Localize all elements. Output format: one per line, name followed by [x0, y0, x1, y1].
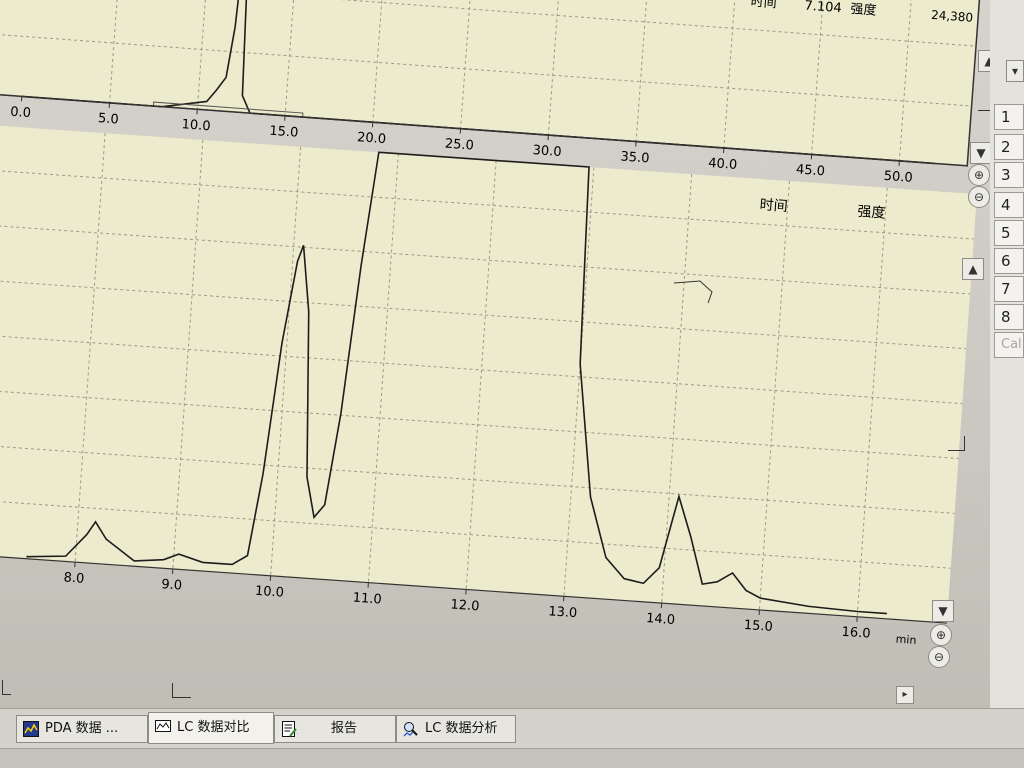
- number-tab-6[interactable]: 6: [994, 248, 1024, 274]
- bottom-scroll-right-button[interactable]: ▸: [896, 686, 914, 704]
- number-tab-4[interactable]: 4: [994, 192, 1024, 218]
- top-scroll-down-button[interactable]: ▼: [970, 142, 992, 164]
- bottom-scroll-down-button[interactable]: ▼: [932, 600, 954, 622]
- bottom-readout-time-label: 时间: [759, 197, 788, 215]
- bottom-x-tick-label: 9.0: [161, 577, 183, 593]
- bottom-x-tick-label: 8.0: [63, 570, 85, 586]
- top-zoom-out-button[interactable]: ⊖: [968, 186, 990, 208]
- app-window: 0.05.010.015.020.025.030.035.040.045.050…: [0, 0, 1024, 767]
- tab-lc-compare[interactable]: LC 数据对比: [148, 712, 274, 744]
- bottom-zoom-in-button[interactable]: ⊕: [930, 624, 952, 646]
- report-icon: [281, 721, 297, 737]
- bottom-x-tick-label: 13.0: [548, 604, 578, 621]
- top-zoom-in-button[interactable]: ⊕: [968, 164, 990, 186]
- lc-analysis-icon: [403, 721, 419, 737]
- bottom-x-unit: min: [895, 633, 917, 647]
- bottom-scroll-up-button[interactable]: ▲: [962, 258, 984, 280]
- tab-lc-analysis-label: LC 数据分析: [425, 721, 497, 736]
- bottom-x-tick-label: 11.0: [352, 591, 382, 608]
- corner-marker-left: [2, 680, 11, 695]
- bottom-x-tick-label: 14.0: [646, 611, 676, 628]
- tab-pda-data-label: PDA 数据 ...: [45, 721, 118, 736]
- corner-marker-mid: [172, 683, 191, 698]
- bottom-zoom-out-button[interactable]: ⊖: [928, 646, 950, 668]
- bottom-readout-intensity-label: 强度: [857, 204, 886, 222]
- pda-data-icon: [23, 721, 39, 737]
- number-tab-8[interactable]: 8: [994, 304, 1024, 330]
- lc-compare-icon: [155, 718, 171, 734]
- right-strip-scroll-button[interactable]: ▾: [1006, 60, 1024, 82]
- bottom-x-tick-label: 16.0: [841, 625, 871, 642]
- document-tab-bar: PDA 数据 ... LC 数据对比 报告 LC 数据分析: [0, 708, 1024, 749]
- tab-lc-analysis[interactable]: LC 数据分析: [396, 715, 516, 743]
- corner-marker-right: [948, 436, 965, 451]
- number-tab-3[interactable]: 3: [994, 162, 1024, 188]
- number-tab-5[interactable]: 5: [994, 220, 1024, 246]
- status-bar: [0, 748, 1024, 768]
- number-tab-1[interactable]: 1: [994, 104, 1024, 130]
- number-tab-2[interactable]: 2: [994, 134, 1024, 160]
- tab-report[interactable]: 报告: [274, 715, 396, 743]
- tab-pda-data[interactable]: PDA 数据 ...: [16, 715, 148, 743]
- tab-lc-compare-label: LC 数据对比: [177, 720, 249, 735]
- number-tab-7[interactable]: 7: [994, 276, 1024, 302]
- calibration-tab[interactable]: Cal: [994, 332, 1024, 358]
- bottom-x-tick-label: 12.0: [450, 597, 480, 614]
- bottom-chromatogram: 8.0 9.0 10.0 11.0 12.0 13.0 14.0 15.0 16.0 时间 强度…: [0, 0, 1024, 710]
- bottom-x-tick-label: 10.0: [255, 584, 285, 601]
- tab-report-label: 报告: [331, 721, 357, 736]
- bottom-x-tick-label: 15.0: [743, 618, 773, 635]
